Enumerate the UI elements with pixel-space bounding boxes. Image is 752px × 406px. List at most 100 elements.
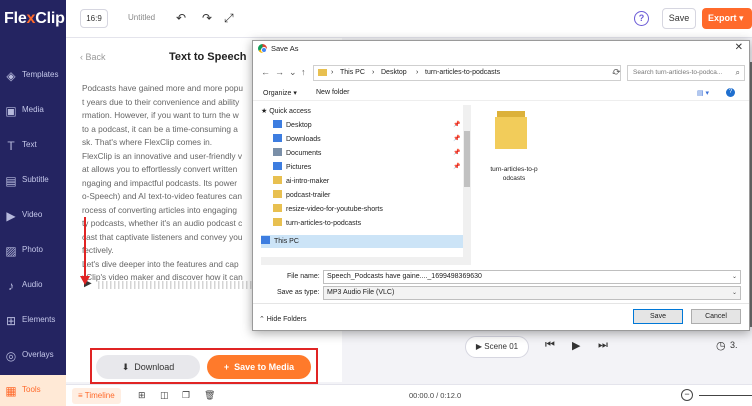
tree-item[interactable]: Desktop — [273, 119, 453, 132]
duplicate-icon[interactable]: ❐ — [182, 389, 190, 401]
save-to-media-button[interactable]: + Save to Media — [207, 355, 311, 379]
hide-folders-button[interactable]: ⌃ Hide Folders — [259, 315, 307, 323]
dialog-cancel-button[interactable]: Cancel — [691, 309, 741, 324]
download-button[interactable]: ⬇ Download — [96, 355, 200, 379]
tree-item[interactable]: This PC — [261, 235, 463, 248]
save-type-select[interactable]: MP3 Audio File (VLC) ⌄ — [323, 286, 741, 300]
pin-icon[interactable]: 📌 — [453, 135, 460, 142]
dialog-titlebar[interactable]: Save As ✕ — [253, 41, 749, 57]
tree-item[interactable]: podcast-trailer — [273, 189, 453, 202]
sidebar-item-overlays[interactable]: ◎ Overlays — [0, 340, 66, 374]
sidebar-item-media[interactable]: ▣ Media — [0, 95, 66, 129]
sidebar-item-label: Text — [22, 140, 37, 149]
timeline-bar: ≡ Timeline ⊞ ◫ ❐ 🗑 00:00.0 / 0:12.0 − — [66, 384, 752, 406]
folder-label[interactable]: turn-articles-to-p odcasts — [481, 165, 547, 183]
folder-icon[interactable] — [495, 111, 527, 149]
audio-icon: ♪ — [8, 279, 14, 293]
plus-icon: + — [223, 362, 230, 372]
scene-play-button[interactable]: ▶ Scene 01 — [465, 336, 529, 358]
fullscreen-icon[interactable]: ⤢ — [224, 10, 234, 26]
tree-item[interactable]: ★ Quick access — [261, 105, 441, 118]
dialog-save-button[interactable]: Save — [633, 309, 683, 324]
up-arrow-icon[interactable]: ↑ — [301, 67, 306, 77]
file-name-input[interactable]: Speech_Podcasts have gaine...._169949836… — [323, 270, 741, 284]
sidebar-item-elements[interactable]: ⊞ Elements — [0, 305, 66, 339]
save-button[interactable]: Save — [662, 8, 696, 29]
sidebar-item-photo[interactable]: ▨ Photo — [0, 235, 66, 269]
breadcrumb-separator: › — [416, 69, 419, 76]
sidebar-item-subtitle[interactable]: ▤ Subtitle — [0, 165, 66, 199]
address-bar[interactable]: › This PC › Desktop › turn-articles-to-p… — [313, 65, 621, 81]
project-title[interactable]: Untitled — [128, 13, 155, 22]
breadcrumb-current-folder[interactable]: turn-articles-to-podcasts — [425, 69, 500, 76]
sidebar-item-label: Templates — [22, 70, 59, 79]
search-placeholder: Search turn-articles-to-podca... — [633, 69, 723, 76]
overlays-icon: ◎ — [5, 349, 17, 363]
search-input[interactable]: Search turn-articles-to-podca... ⌕ — [627, 65, 745, 81]
tree-item[interactable]: turn-articles-to-podcasts — [273, 217, 453, 230]
new-folder-button[interactable]: New folder — [316, 89, 349, 96]
pin-icon[interactable]: 📌 — [453, 121, 460, 128]
zoom-out-icon[interactable]: − — [681, 389, 693, 401]
tree-item[interactable]: resize-video-for-youtube-shorts — [273, 203, 453, 216]
sidebar-item-templates[interactable]: ◈ Templates — [0, 60, 66, 94]
play-icon[interactable]: ▶ — [572, 339, 580, 352]
previous-icon[interactable]: ⏮ — [545, 339, 555, 352]
breadcrumb-separator: › — [331, 69, 334, 76]
panel-title: Text to Speech — [169, 51, 247, 63]
forward-arrow-icon[interactable]: → — [275, 67, 284, 77]
sidebar-item-label: Overlays — [22, 350, 54, 359]
navigation-tree[interactable]: ★ Quick access Desktop 📌 Downloads 📌 Document… — [261, 105, 463, 257]
tree-item[interactable]: Downloads — [273, 133, 453, 146]
close-icon[interactable]: ✕ — [735, 42, 743, 53]
timeline-tab[interactable]: ≡ Timeline — [72, 388, 121, 404]
tree-item-label: turn-articles-to-podcasts — [286, 220, 362, 227]
download-icon: ⬇ — [121, 362, 130, 372]
folder-icon — [273, 176, 282, 184]
sidebar-item-label: Media — [22, 105, 44, 114]
back-button[interactable]: ‹ Back — [80, 52, 106, 62]
breadcrumb-desktop[interactable]: Desktop — [381, 69, 407, 76]
export-button[interactable]: Export ▾ — [702, 8, 752, 29]
redo-icon[interactable]: ↷ — [202, 10, 212, 26]
scrollbar-thumb[interactable] — [464, 131, 470, 187]
organize-menu[interactable]: Organize ▾ — [263, 89, 297, 97]
tree-scrollbar[interactable] — [463, 105, 471, 257]
tree-item-label: resize-video-for-youtube-shorts — [286, 206, 383, 213]
delete-icon[interactable]: 🗑 — [204, 389, 215, 401]
aspect-ratio-button[interactable]: 16:9 — [80, 9, 108, 28]
back-arrow-icon[interactable]: ← — [261, 67, 270, 77]
zoom-slider[interactable] — [699, 395, 752, 396]
sidebar-item-tools[interactable]: ▦ Tools — [0, 375, 66, 406]
recent-dropdown-icon[interactable]: ⌄ — [289, 67, 297, 78]
tree-item[interactable]: ai-intro-maker — [273, 175, 453, 188]
sidebar-item-text[interactable]: T Text — [0, 130, 66, 164]
save-as-dialog: Save As ✕ ← → ⌄ ↑ › This PC › Desktop › … — [252, 40, 750, 331]
chevron-down-icon[interactable]: ⌄ — [732, 287, 737, 299]
sidebar-item-audio[interactable]: ♪ Audio — [0, 270, 66, 304]
pin-icon[interactable]: 📌 — [453, 163, 460, 170]
help-icon[interactable]: ? — [634, 11, 649, 26]
folder-icon — [273, 148, 282, 156]
breadcrumb-this-pc[interactable]: This PC — [340, 69, 365, 76]
sidebar-item-video[interactable]: ▶ Video — [0, 200, 66, 234]
sidebar-item-label: Photo — [22, 245, 43, 254]
elements-icon: ⊞ — [5, 314, 17, 328]
search-icon: ⌕ — [735, 68, 740, 77]
pin-icon[interactable]: 📌 — [453, 149, 460, 156]
tree-item[interactable]: Documents — [273, 147, 453, 160]
split-icon[interactable]: ◫ — [160, 389, 169, 401]
save-type-label: Save as type: — [277, 289, 320, 296]
refresh-icon[interactable]: ⟳ — [613, 67, 621, 78]
view-options-icon[interactable]: ▤ ▾ — [697, 89, 709, 97]
tree-horizontal-scrollbar[interactable] — [261, 257, 471, 265]
add-track-icon[interactable]: ⊞ — [138, 389, 146, 401]
tree-item[interactable]: Pictures — [273, 161, 453, 174]
chevron-down-icon[interactable]: ⌄ — [732, 271, 737, 283]
undo-icon[interactable]: ↶ — [176, 10, 186, 26]
divider — [253, 303, 749, 304]
dialog-help-icon[interactable]: ? — [726, 88, 735, 97]
flexclip-logo[interactable]: FlexClip — [4, 10, 65, 28]
next-icon[interactable]: ⏭ — [598, 339, 608, 352]
folder-icon — [261, 236, 270, 244]
